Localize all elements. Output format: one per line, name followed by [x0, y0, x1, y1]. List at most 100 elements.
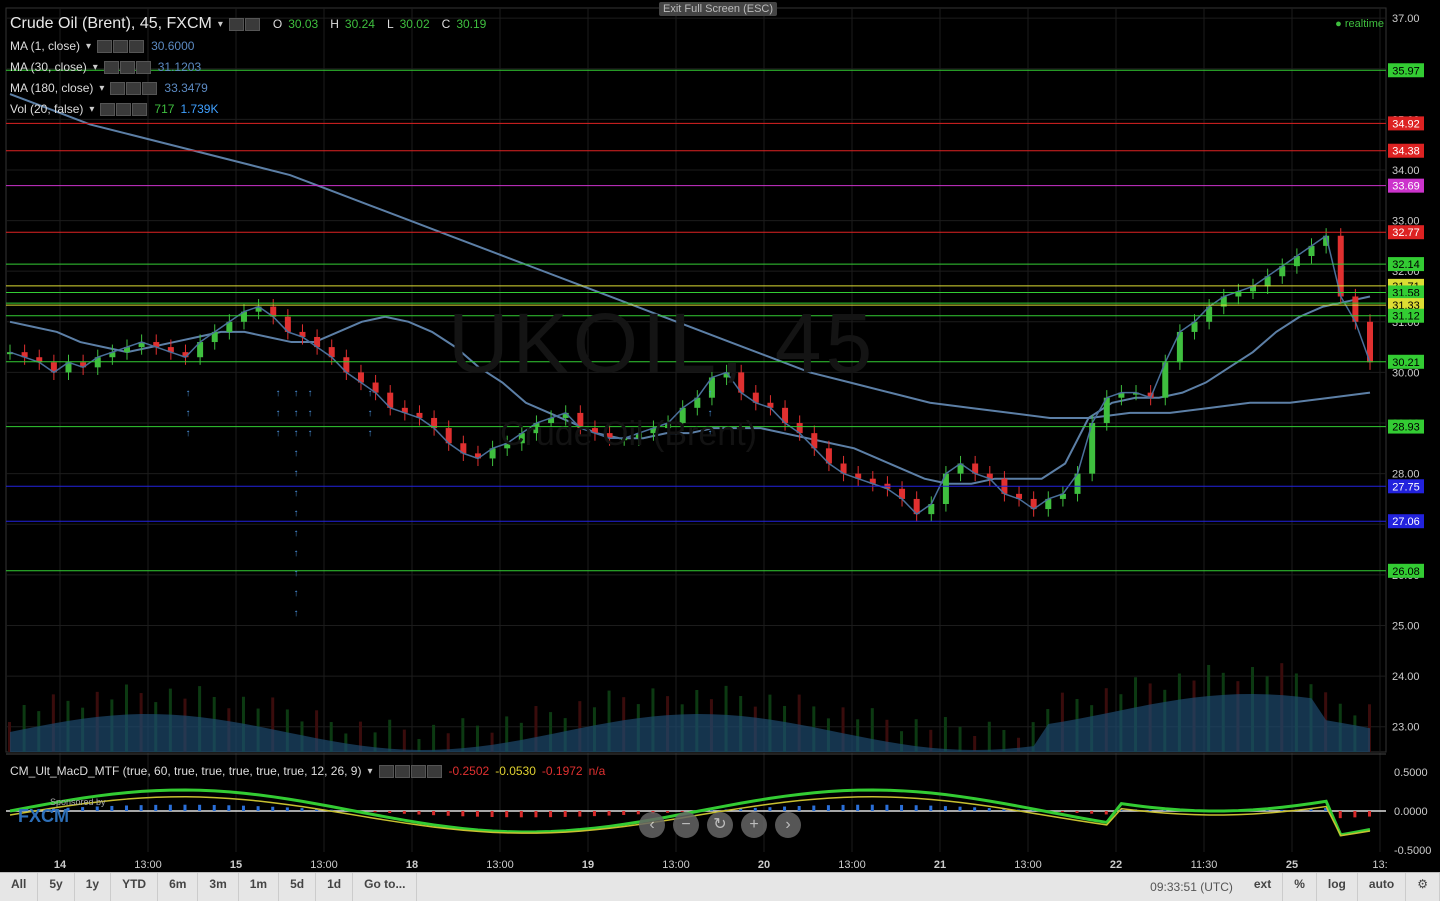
macd-histogram-bar — [549, 811, 552, 817]
zoom-in-button[interactable]: + — [741, 812, 767, 838]
indicator-volume[interactable]: Vol (20, false)▾ 717 1.739K — [10, 102, 218, 116]
gear-icon[interactable]: ⚙ — [1406, 873, 1440, 901]
scroll-left-button[interactable]: ‹ — [639, 812, 665, 838]
macd-value-2: -0.0530 — [495, 764, 536, 778]
gear-icon[interactable] — [395, 765, 410, 778]
eye-icon[interactable] — [104, 61, 119, 74]
signal-arrow-icon: ↑ — [294, 408, 299, 419]
chevron-down-icon[interactable]: ▾ — [367, 766, 372, 777]
macd-histogram-bar — [1353, 811, 1356, 817]
signal-arrow-icon: ↑ — [294, 448, 299, 459]
time-tick-label: 11:30 — [1191, 859, 1218, 871]
chevron-down-icon[interactable]: ▾ — [86, 41, 91, 52]
macd-histogram-bar — [81, 807, 84, 811]
eye-icon[interactable] — [229, 18, 244, 31]
eye-icon[interactable] — [100, 103, 115, 116]
range-ytd-button[interactable]: YTD — [111, 873, 158, 901]
chevron-down-icon[interactable]: ▾ — [93, 62, 98, 73]
settings-buttons[interactable] — [229, 17, 261, 31]
gear-icon[interactable] — [113, 40, 128, 53]
indicator-value: 31.1203 — [158, 60, 201, 74]
log-button[interactable]: log — [1317, 873, 1358, 901]
eye-icon[interactable] — [379, 765, 394, 778]
signal-arrow-icon: ↑ — [368, 408, 373, 419]
macd-header[interactable]: CM_Ult_MacD_MTF (true, 60, true, true, t… — [10, 764, 605, 778]
range-6m-button[interactable]: 6m — [158, 873, 198, 901]
indicator-ma1[interactable]: MA (1, close) ▾ 30.6000 — [10, 39, 194, 53]
chevron-down-icon[interactable]: ▾ — [89, 104, 94, 115]
indicator-value: 30.6000 — [151, 39, 194, 53]
indicator-ma30[interactable]: MA (30, close) ▾ 31.1203 — [10, 60, 201, 74]
indicator-ma180[interactable]: MA (180, close) ▾ 33.3479 — [10, 81, 208, 95]
price-tick-label: 28.00 — [1392, 469, 1420, 481]
realtime-indicator: ● realtime — [1335, 18, 1384, 30]
exit-fullscreen-button[interactable]: Exit Full Screen (ESC) — [659, 2, 777, 16]
sponsor-logo[interactable]: FXCM — [18, 806, 69, 827]
close-icon[interactable] — [136, 61, 151, 74]
signal-arrow-icon: ↑ — [368, 428, 373, 439]
scroll-right-button[interactable]: › — [775, 812, 801, 838]
range-1m-button[interactable]: 1m — [239, 873, 279, 901]
macd-histogram-bar — [915, 805, 918, 811]
eye-icon[interactable] — [110, 82, 125, 95]
close-icon[interactable] — [427, 765, 442, 778]
macd-histogram-bar — [183, 805, 186, 811]
macd-histogram-bar — [1061, 811, 1064, 812]
zoom-out-button[interactable]: − — [673, 812, 699, 838]
signal-arrow-icon: ↑ — [294, 508, 299, 519]
goto-button[interactable]: Go to... — [353, 873, 417, 901]
range-1y-button[interactable]: 1y — [75, 873, 111, 901]
range-1d-button[interactable]: 1d — [316, 873, 353, 901]
indicator-label[interactable]: Vol (20, false) — [10, 102, 83, 116]
price-tick-label: 30.00 — [1392, 367, 1420, 379]
macd-value-3: -0.1972 — [542, 764, 583, 778]
close-icon[interactable] — [142, 82, 157, 95]
volume-bar — [447, 733, 450, 752]
macd-histogram-bar — [608, 811, 611, 816]
macd-histogram-bar — [505, 811, 508, 817]
close-icon[interactable] — [132, 103, 147, 116]
chart-title[interactable]: Crude Oil (Brent), 45, FXCM — [10, 15, 212, 33]
range-5y-button[interactable]: 5y — [38, 873, 74, 901]
indicator-label[interactable]: MA (1, close) — [10, 39, 80, 53]
percent-button[interactable]: % — [1283, 873, 1317, 901]
time-tick-label: 20 — [758, 859, 770, 871]
macd-histogram-bar — [432, 811, 435, 815]
macd-histogram-bar — [637, 811, 640, 814]
level-price-label: 26.08 — [1392, 566, 1420, 578]
range-all-button[interactable]: All — [0, 873, 38, 901]
macd-histogram-bar — [944, 806, 947, 811]
eye-icon[interactable] — [97, 40, 112, 53]
clock: 09:33:51 (UTC) — [1140, 880, 1243, 894]
macd-label[interactable]: CM_Ult_MacD_MTF (true, 60, true, true, t… — [10, 764, 361, 778]
ext-button[interactable]: ext — [1243, 873, 1283, 901]
indicator-label[interactable]: MA (30, close) — [10, 60, 87, 74]
volume-average: 1.739K — [180, 102, 218, 116]
low-value: 30.02 — [400, 17, 430, 31]
gear-icon[interactable] — [120, 61, 135, 74]
macd-histogram-bar — [1163, 810, 1166, 811]
macd-axis-label: 0.0000 — [1394, 806, 1428, 818]
range-3m-button[interactable]: 3m — [198, 873, 238, 901]
macd-histogram-bar — [491, 811, 494, 817]
gear-icon[interactable] — [116, 103, 131, 116]
gear-icon[interactable] — [245, 18, 260, 31]
symbol-watermark: UKOIL, 45 — [448, 295, 876, 392]
time-tick-label: 13:00 — [310, 859, 338, 871]
lock-icon[interactable] — [411, 765, 426, 778]
signal-arrow-icon: ↑ — [186, 388, 191, 399]
range-5d-button[interactable]: 5d — [279, 873, 316, 901]
reset-button[interactable]: ↻ — [707, 812, 733, 838]
chevron-down-icon[interactable]: ▾ — [99, 83, 104, 94]
indicator-value: 33.3479 — [164, 81, 207, 95]
volume-bar — [944, 717, 947, 752]
close-label: C — [442, 17, 451, 31]
macd-histogram-bar — [271, 807, 274, 811]
signal-arrow-icon: ↑ — [294, 528, 299, 539]
gear-icon[interactable] — [126, 82, 141, 95]
chevron-down-icon[interactable]: ▾ — [218, 19, 223, 30]
auto-button[interactable]: auto — [1358, 873, 1406, 901]
open-value: 30.03 — [288, 17, 318, 31]
indicator-label[interactable]: MA (180, close) — [10, 81, 93, 95]
close-icon[interactable] — [129, 40, 144, 53]
